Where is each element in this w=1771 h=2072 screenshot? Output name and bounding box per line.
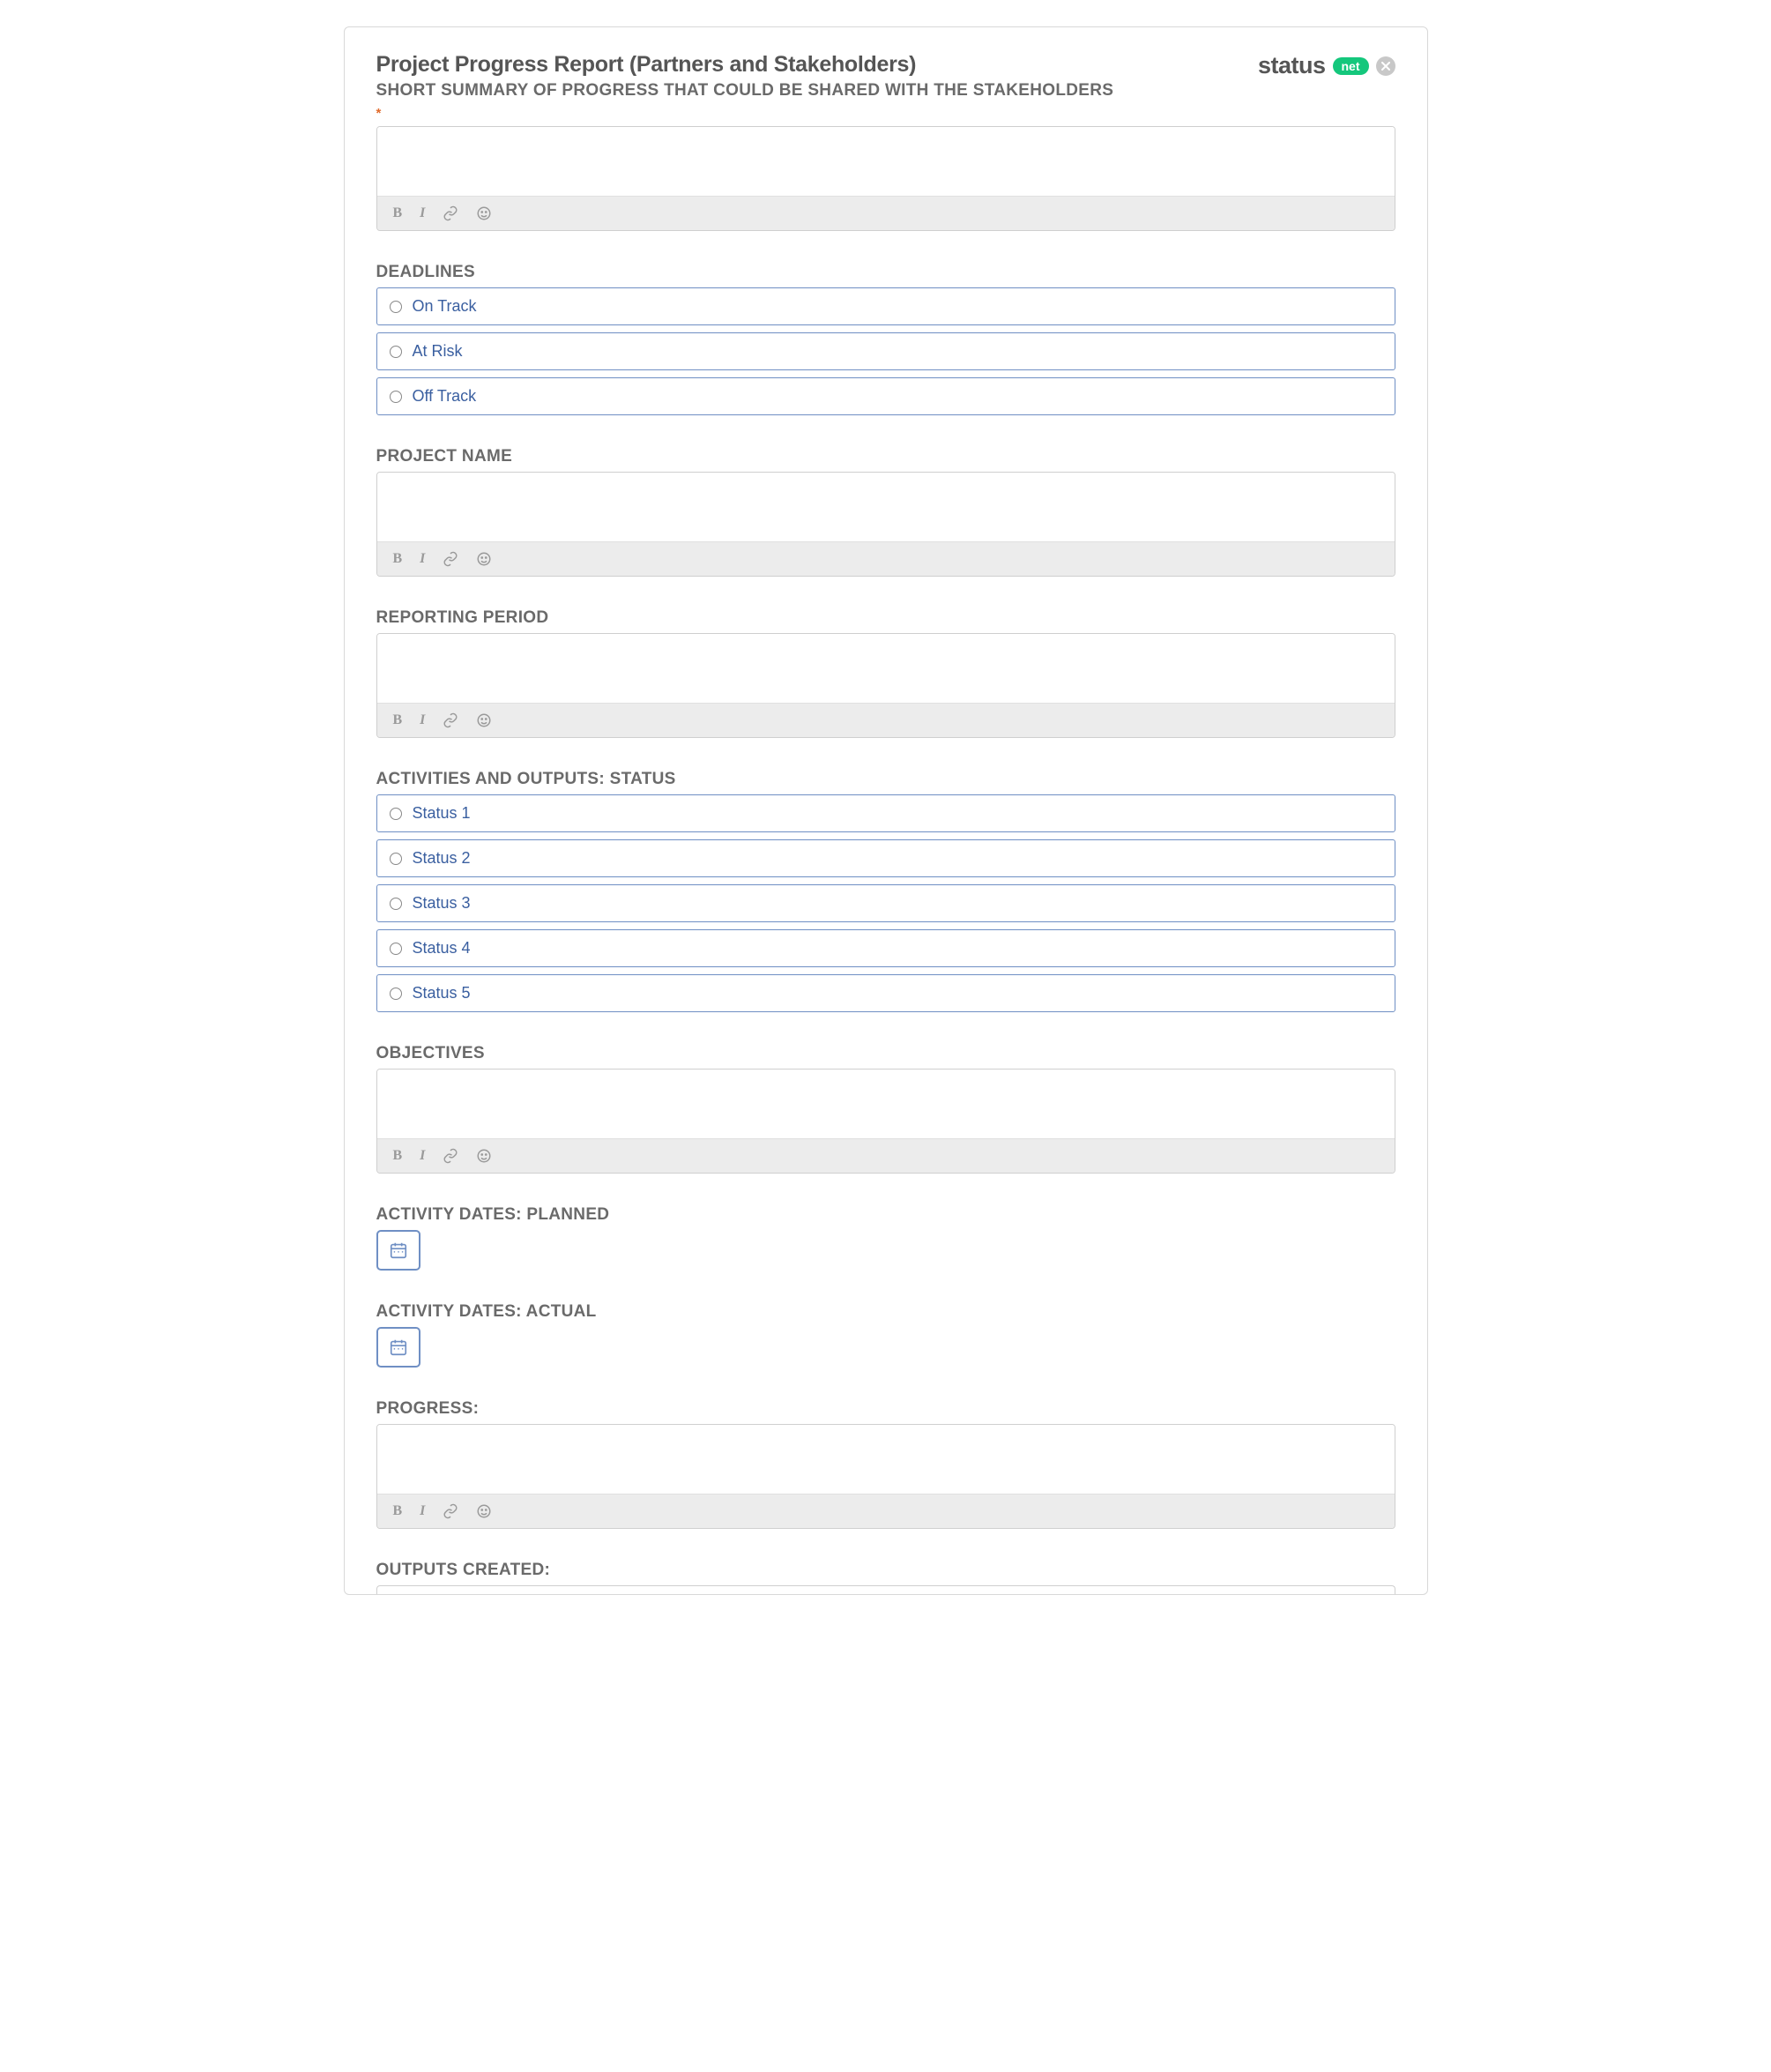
link-icon[interactable] bbox=[443, 1148, 458, 1164]
bold-button[interactable]: B bbox=[393, 551, 403, 567]
summary-label: SHORT SUMMARY OF PROGRESS THAT COULD BE … bbox=[376, 81, 1258, 101]
radio-icon bbox=[390, 943, 402, 955]
page-title: Project Progress Report (Partners and St… bbox=[376, 52, 1258, 78]
outputs-created-label: OUTPUTS CREATED: bbox=[376, 1561, 1395, 1580]
activity-status-2[interactable]: Status 2 bbox=[376, 839, 1395, 877]
reporting-period-input[interactable] bbox=[377, 634, 1395, 703]
italic-button[interactable]: I bbox=[420, 205, 425, 221]
radio-icon bbox=[390, 898, 402, 910]
radio-label: On Track bbox=[413, 297, 477, 316]
radio-icon bbox=[390, 853, 402, 865]
bold-button[interactable]: B bbox=[393, 1148, 403, 1164]
emoji-icon[interactable] bbox=[476, 1148, 492, 1164]
radio-icon bbox=[390, 301, 402, 313]
project-name-field: B I bbox=[376, 472, 1395, 577]
deadlines-group: On Track At Risk Off Track bbox=[376, 287, 1395, 415]
logo: status net bbox=[1258, 52, 1395, 79]
close-icon[interactable] bbox=[1376, 56, 1395, 76]
emoji-icon[interactable] bbox=[476, 205, 492, 221]
reporting-period-field: B I bbox=[376, 633, 1395, 738]
link-icon[interactable] bbox=[443, 205, 458, 221]
italic-button[interactable]: I bbox=[420, 1503, 425, 1519]
radio-label: Status 4 bbox=[413, 939, 471, 958]
dates-actual-label: ACTIVITY DATES: ACTUAL bbox=[376, 1302, 1395, 1322]
radio-icon bbox=[390, 988, 402, 1000]
reporting-period-label: REPORTING PERIOD bbox=[376, 608, 1395, 628]
emoji-icon[interactable] bbox=[476, 1503, 492, 1519]
outputs-created-field-top bbox=[376, 1585, 1395, 1594]
radio-label: Off Track bbox=[413, 387, 477, 406]
activities-label: ACTIVITIES AND OUTPUTS: STATUS bbox=[376, 770, 1395, 789]
activity-status-5[interactable]: Status 5 bbox=[376, 974, 1395, 1012]
italic-button[interactable]: I bbox=[420, 1148, 425, 1164]
summary-input[interactable] bbox=[377, 127, 1395, 196]
calendar-icon bbox=[389, 1241, 408, 1260]
logo-text: status bbox=[1258, 52, 1326, 79]
radio-icon bbox=[390, 808, 402, 820]
title-block: Project Progress Report (Partners and St… bbox=[376, 52, 1258, 126]
bold-button[interactable]: B bbox=[393, 205, 403, 221]
objectives-toolbar: B I bbox=[377, 1138, 1395, 1173]
reporting-period-toolbar: B I bbox=[377, 703, 1395, 737]
radio-label: Status 1 bbox=[413, 804, 471, 823]
summary-toolbar: B I bbox=[377, 196, 1395, 230]
activities-group: Status 1 Status 2 Status 3 Status 4 Stat… bbox=[376, 794, 1395, 1012]
progress-toolbar: B I bbox=[377, 1494, 1395, 1528]
radio-label: Status 3 bbox=[413, 894, 471, 913]
radio-label: Status 5 bbox=[413, 984, 471, 1002]
progress-label: PROGRESS: bbox=[376, 1399, 1395, 1419]
link-icon[interactable] bbox=[443, 712, 458, 728]
activity-status-4[interactable]: Status 4 bbox=[376, 929, 1395, 967]
emoji-icon[interactable] bbox=[476, 551, 492, 567]
progress-input[interactable] bbox=[377, 1425, 1395, 1494]
objectives-label: OBJECTIVES bbox=[376, 1044, 1395, 1063]
dates-planned-picker[interactable] bbox=[376, 1230, 420, 1271]
header-row: Project Progress Report (Partners and St… bbox=[376, 52, 1395, 126]
logo-pill: net bbox=[1333, 57, 1369, 75]
project-name-input[interactable] bbox=[377, 473, 1395, 541]
deadlines-label: DEADLINES bbox=[376, 263, 1395, 282]
objectives-field: B I bbox=[376, 1069, 1395, 1174]
form-card: Project Progress Report (Partners and St… bbox=[344, 26, 1428, 1595]
italic-button[interactable]: I bbox=[420, 712, 425, 728]
radio-label: At Risk bbox=[413, 342, 463, 361]
radio-icon bbox=[390, 391, 402, 403]
emoji-icon[interactable] bbox=[476, 712, 492, 728]
radio-icon bbox=[390, 346, 402, 358]
calendar-icon bbox=[389, 1338, 408, 1357]
project-name-label: PROJECT NAME bbox=[376, 447, 1395, 466]
summary-field: B I bbox=[376, 126, 1395, 231]
bold-button[interactable]: B bbox=[393, 712, 403, 728]
dates-planned-label: ACTIVITY DATES: PLANNED bbox=[376, 1205, 1395, 1225]
link-icon[interactable] bbox=[443, 551, 458, 567]
bold-button[interactable]: B bbox=[393, 1503, 403, 1519]
dates-actual-picker[interactable] bbox=[376, 1327, 420, 1368]
objectives-input[interactable] bbox=[377, 1070, 1395, 1138]
activity-status-1[interactable]: Status 1 bbox=[376, 794, 1395, 832]
required-star: * bbox=[376, 106, 1258, 121]
progress-field: B I bbox=[376, 1424, 1395, 1529]
radio-label: Status 2 bbox=[413, 849, 471, 868]
activity-status-3[interactable]: Status 3 bbox=[376, 884, 1395, 922]
deadline-option-on-track[interactable]: On Track bbox=[376, 287, 1395, 325]
deadline-option-at-risk[interactable]: At Risk bbox=[376, 332, 1395, 370]
link-icon[interactable] bbox=[443, 1503, 458, 1519]
project-name-toolbar: B I bbox=[377, 541, 1395, 576]
deadline-option-off-track[interactable]: Off Track bbox=[376, 377, 1395, 415]
italic-button[interactable]: I bbox=[420, 551, 425, 567]
